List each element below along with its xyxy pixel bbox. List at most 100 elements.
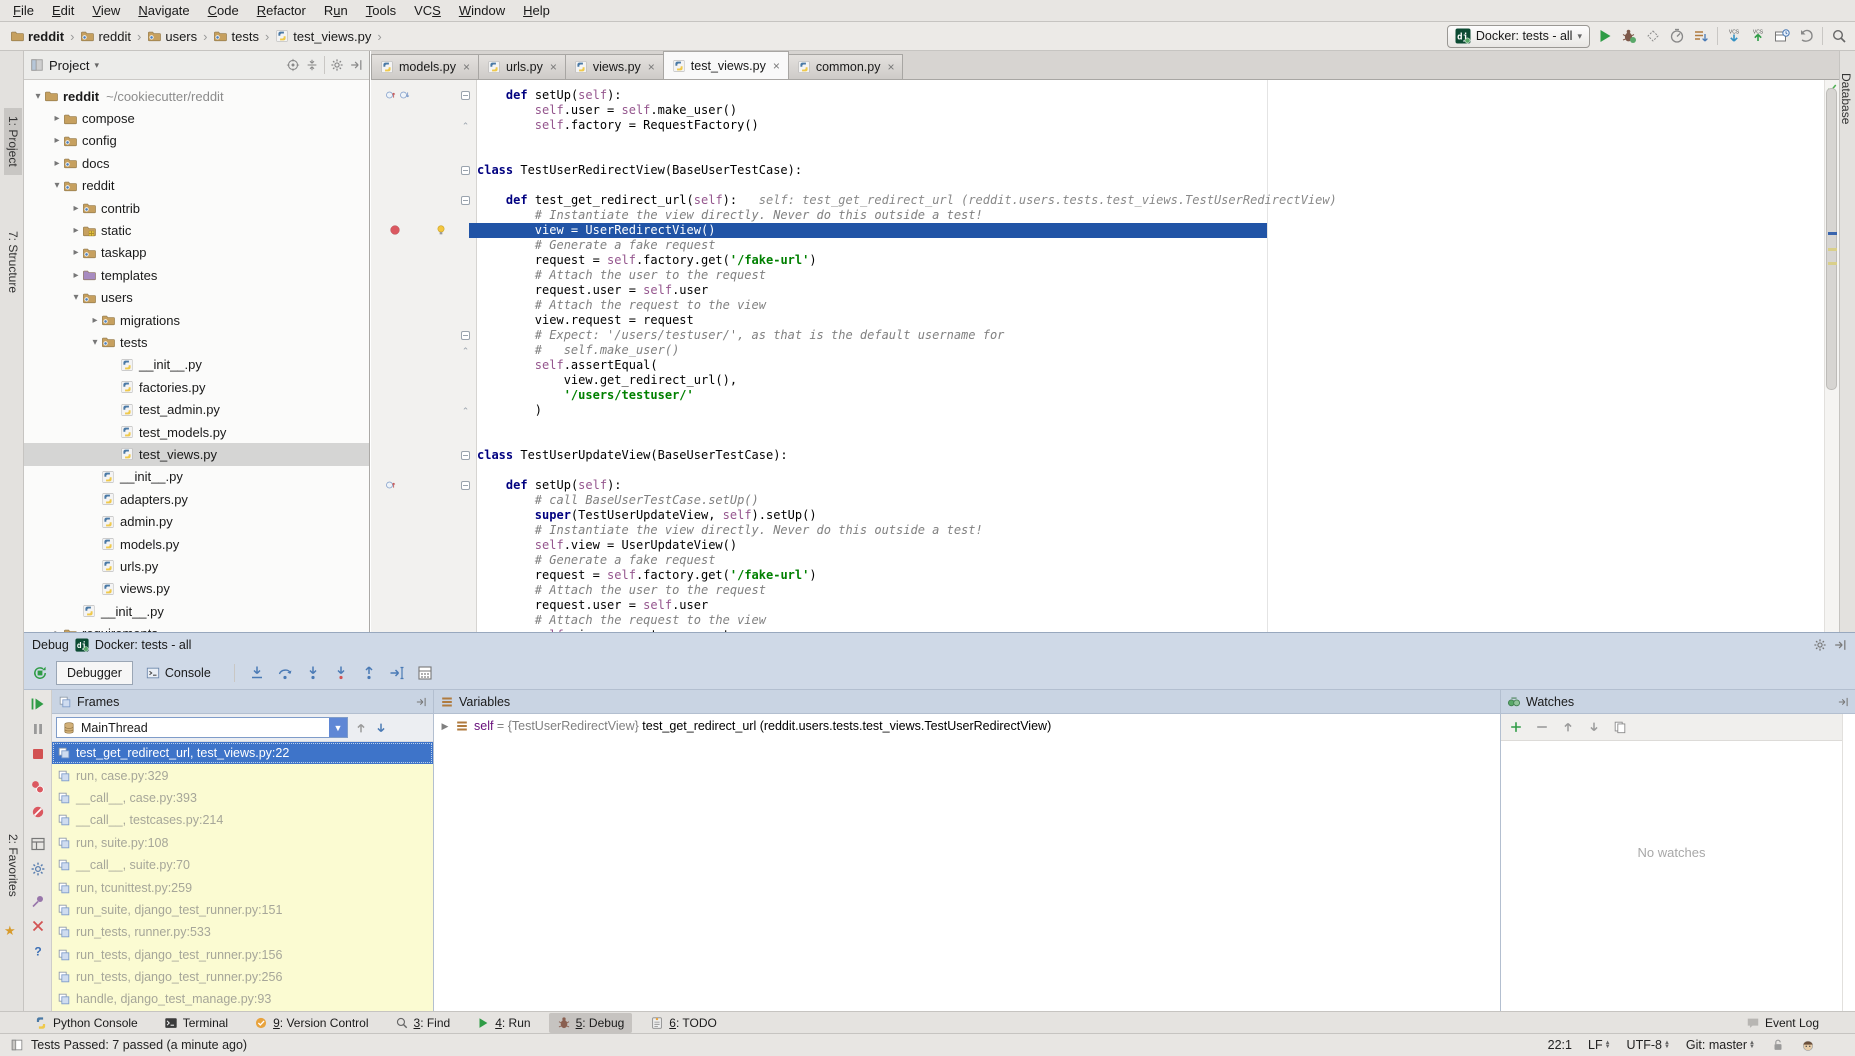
code-line[interactable]: # self.make_user() [477, 343, 1825, 358]
debug-tab-debugger[interactable]: Debugger [56, 661, 133, 685]
toolwindow-button-4-run[interactable]: 4: Run [468, 1013, 538, 1033]
code-line[interactable]: # Attach the user to the request [477, 268, 1825, 283]
search-everywhere-button[interactable] [1831, 28, 1847, 44]
tree-item-test-admin-py[interactable]: test_admin.py [24, 398, 369, 420]
down-button[interactable] [1587, 720, 1601, 734]
step-out-button[interactable] [361, 665, 377, 681]
tree-item-requirements[interactable]: ▸requirements [24, 622, 369, 632]
code-line[interactable] [477, 148, 1825, 163]
copy-button[interactable] [1613, 720, 1627, 734]
toolwindow-button-9-version-control[interactable]: 9: Version Control [246, 1013, 376, 1033]
code-line[interactable]: view.request = request [477, 313, 1825, 328]
variable-row[interactable]: ▶ self = {TestUserRedirectView} test_get… [434, 714, 1500, 738]
code-line[interactable]: self.user = self.make_user() [477, 103, 1825, 118]
fold-marker-icon[interactable] [461, 91, 470, 100]
tree-item-init-py[interactable]: __init__.py [24, 354, 369, 376]
caret-position[interactable]: 22:1 [1548, 1038, 1572, 1052]
run-dashboard-button[interactable] [1693, 28, 1709, 44]
event-log-button[interactable]: Event Log [1765, 1016, 1819, 1030]
rerun-button[interactable] [32, 665, 48, 681]
editor-gutter[interactable]: ⌃⌃⌃ [371, 80, 477, 632]
expand-arrow-icon[interactable]: ▸ [89, 315, 101, 326]
scrollbar-thumb[interactable] [1826, 88, 1837, 390]
breakpoint-icon[interactable] [389, 224, 401, 236]
frame-row[interactable]: __call__, suite.py:70 [52, 854, 433, 876]
lock-icon[interactable] [1771, 1038, 1785, 1052]
tree-item-test-views-py[interactable]: test_views.py [24, 443, 369, 465]
fold-marker-icon[interactable] [461, 166, 470, 175]
code-line[interactable]: super(TestUserUpdateView, self).setUp() [477, 508, 1825, 523]
tree-item-adapters-py[interactable]: adapters.py [24, 488, 369, 510]
tree-item-models-py[interactable]: models.py [24, 533, 369, 555]
frame-row[interactable]: run_tests, runner.py:533 [52, 921, 433, 943]
override-up-icon[interactable] [385, 479, 397, 491]
previous-frame-button[interactable] [354, 721, 368, 735]
code-line[interactable]: # Attach the request to the view [477, 613, 1825, 628]
menu-item-code[interactable]: Code [199, 1, 248, 20]
tree-item-docs[interactable]: ▸docs [24, 152, 369, 174]
code-line[interactable]: # Generate a fake request [477, 553, 1825, 568]
collapse-all-button[interactable] [305, 58, 319, 72]
expand-arrow-icon[interactable]: ▸ [70, 270, 82, 281]
tool-strip-database[interactable]: Database [1837, 65, 1855, 132]
hector-inspector-icon[interactable] [1801, 1038, 1815, 1052]
tree-item-factories-py[interactable]: factories.py [24, 376, 369, 398]
thread-selector[interactable]: MainThread ▼ [56, 717, 348, 738]
settings-button[interactable] [30, 861, 46, 877]
tree-item-contrib[interactable]: ▸contrib [24, 197, 369, 219]
code-line[interactable]: def setUp(self): [477, 478, 1825, 493]
frame-row[interactable]: run, case.py:329 [52, 764, 433, 786]
menu-item-window[interactable]: Window [450, 1, 514, 20]
code-line[interactable]: class TestUserUpdateView(BaseUserTestCas… [477, 448, 1825, 463]
code-line[interactable]: '/users/testuser/' [477, 388, 1825, 403]
tool-window-toggle-icon[interactable] [10, 1038, 24, 1052]
menu-item-view[interactable]: View [83, 1, 129, 20]
code-line[interactable]: request.user = self.user [477, 283, 1825, 298]
code-line[interactable]: request = self.factory.get('/fake-url') [477, 253, 1825, 268]
tree-item-init-py[interactable]: __init__.py [24, 600, 369, 622]
override-up-icon[interactable] [385, 89, 397, 101]
step-into-button[interactable] [305, 665, 321, 681]
editor-tab-urls-py[interactable]: urls.py× [478, 54, 566, 79]
tree-item-test-models-py[interactable]: test_models.py [24, 421, 369, 443]
code-line[interactable]: self.view = UserUpdateView() [477, 538, 1825, 553]
debug-settings-button[interactable] [1813, 638, 1827, 652]
minus-button[interactable] [1535, 720, 1549, 734]
tree-item-urls-py[interactable]: urls.py [24, 555, 369, 577]
run-config-selector[interactable]: dj Docker: tests - all ▾ [1447, 25, 1590, 48]
code-line[interactable] [477, 178, 1825, 193]
toolwindow-button-terminal[interactable]: Terminal [156, 1013, 236, 1033]
frame-row[interactable]: handle, django_test_manage.py:93 [52, 988, 433, 1010]
code-line[interactable] [477, 418, 1825, 433]
code-line[interactable]: view = UserRedirectView() [477, 223, 1825, 238]
pause-button[interactable] [30, 721, 46, 737]
hide-debug-button[interactable] [1833, 638, 1847, 652]
help-button[interactable]: ? [30, 943, 46, 959]
close-icon[interactable]: × [887, 60, 894, 74]
tree-item-reddit[interactable]: ▾reddit~/cookiecutter/reddit [24, 85, 369, 107]
fold-marker-icon[interactable] [461, 451, 470, 460]
toolwindow-button-5-debug[interactable]: 5: Debug [549, 1013, 633, 1033]
frame-row[interactable]: run_tests, django_test_runner.py:256 [52, 966, 433, 988]
code-line[interactable]: # call BaseUserTestCase.setUp() [477, 493, 1825, 508]
fold-end-icon[interactable]: ⌃ [461, 122, 470, 131]
code-line[interactable]: # Instantiate the view directly. Never d… [477, 208, 1825, 223]
step-over-button[interactable] [277, 665, 293, 681]
tree-item-migrations[interactable]: ▸migrations [24, 309, 369, 331]
hide-panel-button[interactable] [349, 58, 363, 72]
code-line[interactable]: # Instantiate the view directly. Never d… [477, 523, 1825, 538]
menu-item-navigate[interactable]: Navigate [129, 1, 198, 20]
tree-item-config[interactable]: ▸config [24, 130, 369, 152]
code-line[interactable]: # Attach the user to the request [477, 583, 1825, 598]
expand-arrow-icon[interactable]: ▾ [89, 337, 101, 348]
tree-item-tests[interactable]: ▾tests [24, 331, 369, 353]
tree-item-compose[interactable]: ▸compose [24, 107, 369, 129]
pin-button[interactable] [30, 893, 46, 909]
evaluate-button[interactable] [417, 665, 433, 681]
code-editor[interactable]: ⌃⌃⌃ def setUp(self): self.user = self.ma… [371, 80, 1839, 632]
code-line[interactable]: ) [477, 403, 1825, 418]
code-line[interactable]: # Expect: '/users/testuser/', as that is… [477, 328, 1825, 343]
expand-arrow-icon[interactable]: ▾ [32, 91, 44, 102]
stripe-mark-warning[interactable] [1828, 248, 1837, 251]
toolwindow-button-python-console[interactable]: Python Console [26, 1013, 146, 1033]
